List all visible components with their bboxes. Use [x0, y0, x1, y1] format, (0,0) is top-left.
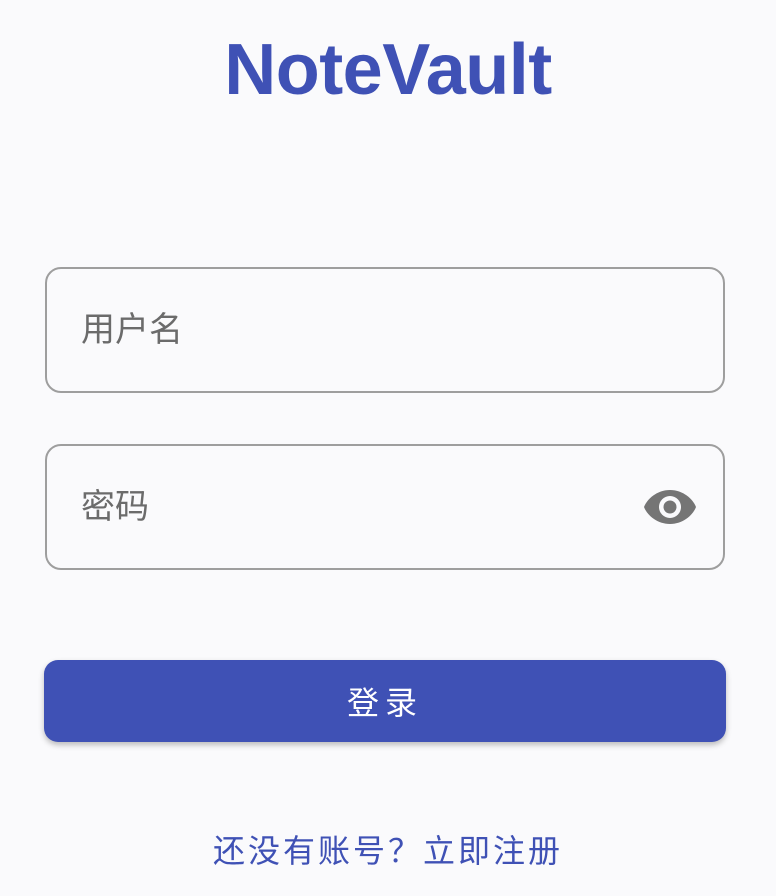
username-field-container[interactable] [45, 267, 725, 393]
app-title: NoteVault [224, 30, 552, 110]
login-button[interactable]: 登录 [44, 660, 726, 742]
eye-icon-svg [644, 490, 696, 524]
register-link[interactable]: 还没有账号？立即注册 [0, 826, 776, 872]
login-screen: NoteVault 登录 还没有账号？立即注册 [0, 0, 776, 896]
eye-icon[interactable] [643, 487, 697, 527]
username-input[interactable] [81, 269, 641, 391]
password-field-container[interactable] [45, 444, 725, 570]
password-input[interactable] [81, 446, 641, 568]
